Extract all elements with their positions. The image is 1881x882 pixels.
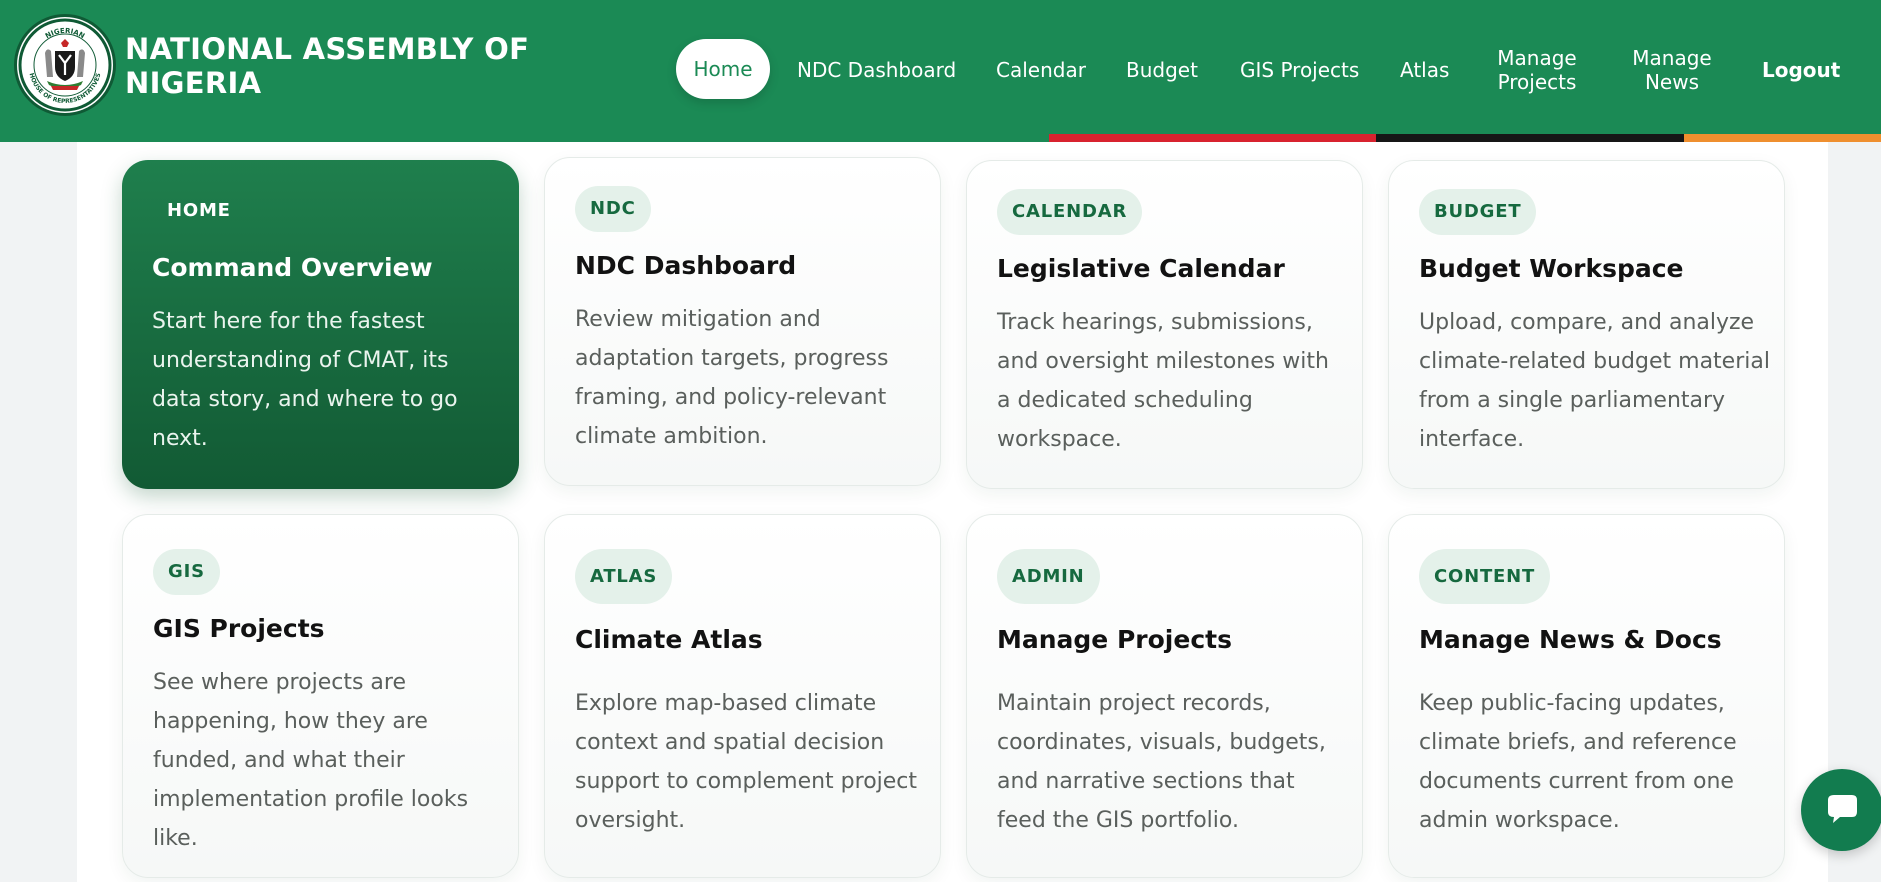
card-title: Manage Projects <box>997 625 1232 654</box>
card-description: Track hearings, submissions, and oversig… <box>997 310 1329 452</box>
nav-atlas[interactable]: Atlas <box>1400 58 1449 82</box>
card-description: Maintain project records, coordinates, v… <box>997 691 1326 833</box>
nav-ndc-dashboard[interactable]: NDC Dashboard <box>797 58 956 82</box>
card-title: Legislative Calendar <box>997 254 1285 283</box>
nav-manage-projects[interactable]: Manage Projects <box>1491 46 1583 94</box>
nav-manage-news[interactable]: Manage News <box>1628 46 1716 94</box>
card-manage-news[interactable]: CONTENT Manage News & Docs Keep public-f… <box>1388 514 1785 878</box>
chat-bubble-icon <box>1828 795 1857 823</box>
nav-manage-news-line2: News <box>1644 70 1700 94</box>
card-description: Keep public-facing updates, climate brie… <box>1419 691 1737 833</box>
card-atlas[interactable]: ATLAS Climate Atlas Explore map-based cl… <box>544 514 941 878</box>
nav-manage-news-line1: Manage <box>1632 46 1712 70</box>
card-budget[interactable]: BUDGET Budget Workspace Upload, compare,… <box>1388 160 1785 489</box>
card-badge: HOME <box>167 200 231 221</box>
card-badge: GIS <box>153 549 220 595</box>
card-title: Manage News & Docs <box>1419 625 1722 654</box>
card-badge: CALENDAR <box>997 189 1143 235</box>
nav-home[interactable]: Home <box>676 39 770 99</box>
card-title: NDC Dashboard <box>575 251 797 280</box>
card-badge: ADMIN <box>997 549 1100 604</box>
nav-gis-projects[interactable]: GIS Projects <box>1240 58 1359 82</box>
top-navigation-bar: NIGERIAN HOUSE OF REPRESENTATIVES NATION… <box>0 0 1881 142</box>
card-description: Review mitigation and adaptation targets… <box>575 307 889 449</box>
flag-stripe-orange <box>1684 134 1881 142</box>
card-title: Command Overview <box>152 253 433 282</box>
card-ndc[interactable]: NDC NDC Dashboard Review mitigation and … <box>544 157 941 486</box>
chat-button[interactable] <box>1801 769 1881 851</box>
card-description: Start here for the fastest understanding… <box>152 309 458 451</box>
card-description: See where projects are happening, how th… <box>153 670 469 851</box>
card-title: Climate Atlas <box>575 625 763 654</box>
flag-stripe-black <box>1376 134 1684 142</box>
card-description: Upload, compare, and analyze climate-rel… <box>1419 310 1770 452</box>
nav-logout[interactable]: Logout <box>1762 58 1840 82</box>
seal-graphic: NIGERIAN HOUSE OF REPRESENTATIVES <box>18 18 112 112</box>
card-calendar[interactable]: CALENDAR Legislative Calendar Track hear… <box>966 160 1363 489</box>
card-home[interactable]: HOME Command Overview Start here for the… <box>122 160 519 489</box>
site-title: NATIONAL ASSEMBLY OF NIGERIA <box>125 32 530 100</box>
card-badge: NDC <box>575 186 651 232</box>
coat-of-arms-icon[interactable]: NIGERIAN HOUSE OF REPRESENTATIVES <box>14 14 116 116</box>
page: NIGERIAN HOUSE OF REPRESENTATIVES NATION… <box>0 0 1881 882</box>
flag-stripe-red <box>1049 134 1376 142</box>
nav-budget[interactable]: Budget <box>1126 58 1198 82</box>
card-manage-projects[interactable]: ADMIN Manage Projects Maintain project r… <box>966 514 1363 878</box>
card-badge: BUDGET <box>1419 189 1537 235</box>
nav-calendar[interactable]: Calendar <box>996 58 1086 82</box>
nav-manage-projects-line2: Projects <box>1497 70 1577 94</box>
card-gis[interactable]: GIS GIS Projects See where projects are … <box>122 514 519 878</box>
card-description: Explore map-based climate context and sp… <box>575 691 918 833</box>
card-title: Budget Workspace <box>1419 254 1684 283</box>
card-badge: CONTENT <box>1419 549 1551 604</box>
nav-manage-projects-line1: Manage <box>1497 46 1577 70</box>
card-title: GIS Projects <box>153 614 325 643</box>
card-badge: ATLAS <box>575 549 673 604</box>
